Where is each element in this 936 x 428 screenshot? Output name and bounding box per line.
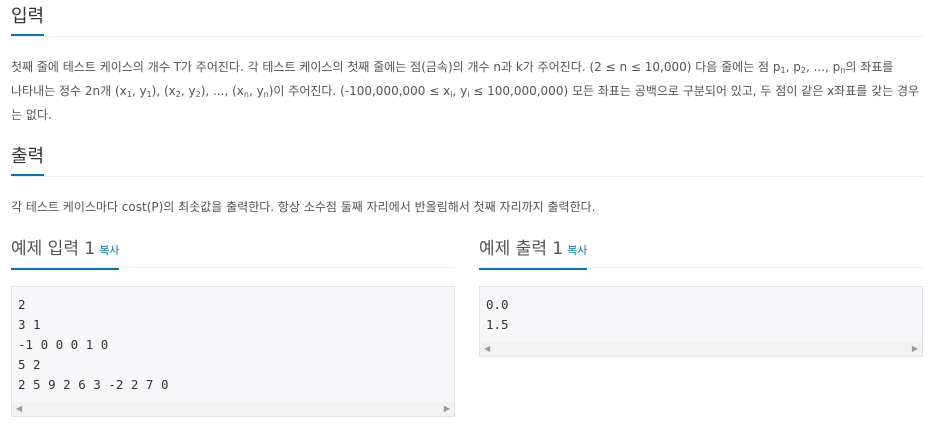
example-output-header: 예제 출력 1 복사 bbox=[479, 238, 588, 270]
scroll-left-icon[interactable]: ◀ bbox=[16, 404, 22, 414]
example-input-title: 예제 입력 1 복사 bbox=[11, 238, 120, 270]
input-description: 첫째 줄에 테스트 케이스의 개수 T가 주어진다. 각 테스트 케이스의 첫째… bbox=[11, 60, 920, 122]
output-section-title: 출력 bbox=[11, 146, 45, 176]
scroll-right-icon[interactable]: ▶ bbox=[912, 344, 918, 354]
example-input-box[interactable]: 2 3 1 -1 0 0 0 1 0 5 2 2 5 9 2 6 3 -2 2 … bbox=[11, 286, 455, 417]
example-output-content[interactable]: 0.0 1.5 bbox=[480, 287, 922, 335]
example-input-header: 예제 입력 1 복사 bbox=[11, 238, 120, 270]
example-output-title: 예제 출력 1 복사 bbox=[479, 238, 588, 270]
scroll-right-icon[interactable]: ▶ bbox=[444, 404, 450, 414]
example-output-divider bbox=[479, 267, 923, 268]
input-section-header: 입력 bbox=[11, 6, 45, 36]
example-input-scrollbar[interactable]: ◀ ▶ bbox=[12, 402, 454, 416]
example-input-content[interactable]: 2 3 1 -1 0 0 0 1 0 5 2 2 5 9 2 6 3 -2 2 … bbox=[12, 287, 454, 395]
output-description: 각 테스트 케이스마다 cost(P)의 최솟값을 출력한다. 항상 소수점 둘… bbox=[11, 200, 596, 214]
example-output-scrollbar[interactable]: ◀ ▶ bbox=[480, 342, 922, 356]
example-input-divider bbox=[11, 267, 455, 268]
input-section-divider bbox=[11, 36, 923, 37]
input-section-title: 입력 bbox=[11, 6, 45, 36]
output-section-divider bbox=[11, 176, 923, 177]
copy-input-button[interactable]: 복사 bbox=[99, 244, 119, 257]
example-output-box[interactable]: 0.0 1.5 ◀ ▶ bbox=[479, 286, 923, 357]
scroll-left-icon[interactable]: ◀ bbox=[484, 344, 490, 354]
copy-output-button[interactable]: 복사 bbox=[567, 244, 587, 257]
output-section-header: 출력 bbox=[11, 146, 45, 176]
